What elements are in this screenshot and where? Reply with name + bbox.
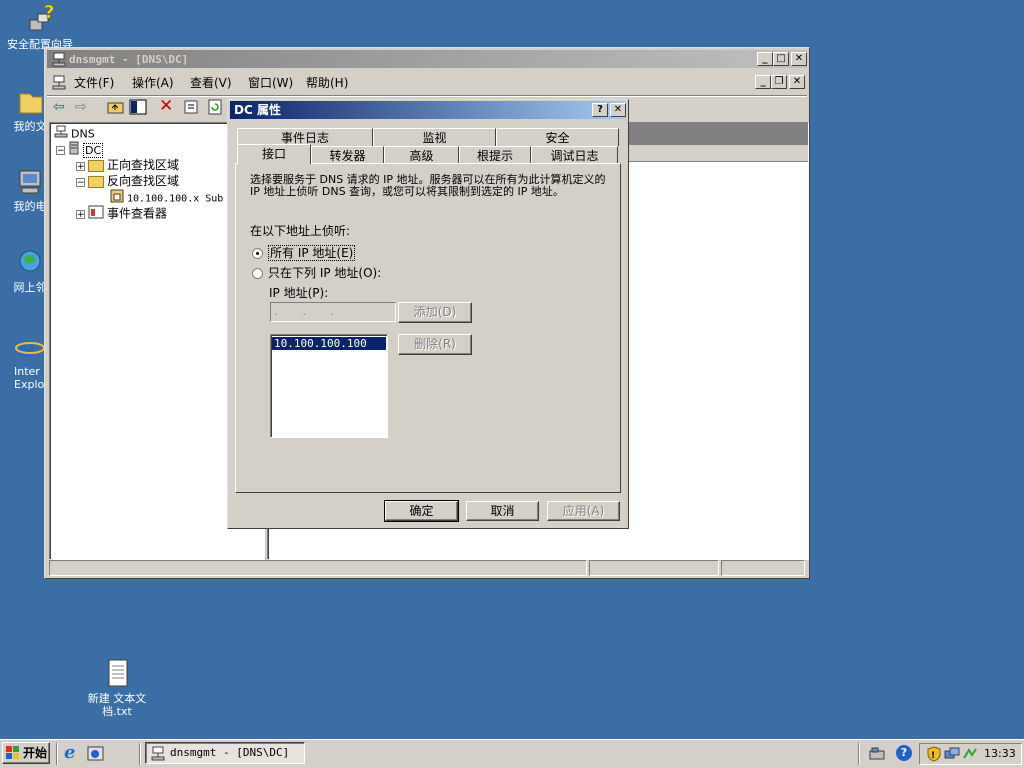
tab-interfaces[interactable]: 接口 xyxy=(237,144,311,164)
ip-address-input[interactable]: . . . xyxy=(270,302,396,322)
ip-list-item[interactable]: 10.100.100.100 xyxy=(272,337,386,350)
radio-button-checked[interactable] xyxy=(252,248,263,259)
menu-help[interactable]: 帮助(H) xyxy=(306,74,348,91)
ip-address-label: IP 地址(P): xyxy=(269,286,329,300)
status-bar-section xyxy=(721,560,805,576)
taskbar-button-dnsmgmt[interactable]: dnsmgmt - [DNS\DC] xyxy=(145,742,305,764)
tray-update-icon[interactable] xyxy=(962,746,978,765)
quicklaunch-explorer-icon[interactable] xyxy=(87,745,105,766)
status-bar-main xyxy=(49,560,587,576)
tab-security[interactable]: 安全 xyxy=(496,128,619,146)
menu-view[interactable]: 查看(V) xyxy=(190,74,232,91)
collapse-icon[interactable]: − xyxy=(56,146,65,156)
mmc-title: dnsmgmt - [DNS\DC] xyxy=(69,53,189,66)
dialog-close-button[interactable]: ✕ xyxy=(610,103,626,117)
radio-all-ip[interactable]: 所有 IP 地址(E) xyxy=(252,244,356,261)
child-minimize-button[interactable]: _ xyxy=(755,75,771,89)
dns-app-icon xyxy=(51,51,67,72)
my-computer-icon xyxy=(14,166,46,198)
child-restore-button[interactable]: ❐ xyxy=(771,75,787,89)
internet-explorer-icon: e xyxy=(14,331,46,364)
status-bar-section xyxy=(589,560,719,576)
folder-open-icon xyxy=(88,176,104,188)
minimize-button[interactable]: _ xyxy=(757,52,773,66)
properties-icon[interactable] xyxy=(183,98,201,119)
event-viewer-icon xyxy=(88,205,104,224)
collapse-icon[interactable]: − xyxy=(76,177,85,187)
expand-icon[interactable]: + xyxy=(76,210,85,220)
listen-label: 在以下地址上侦听: xyxy=(250,224,351,238)
windows-logo-icon xyxy=(6,746,20,766)
tab-panel: 选择要服务于 DNS 请求的 IP 地址。服务器可以在所有为此计算机定义的 IP… xyxy=(235,163,621,493)
back-arrow-icon[interactable]: ⇦ xyxy=(53,99,65,115)
security-wizard-icon: ? xyxy=(24,2,56,36)
maximize-button[interactable]: □ xyxy=(773,52,789,66)
desktop-icon-label: 新建 文本文 档.txt xyxy=(87,692,147,718)
radio-button[interactable] xyxy=(252,268,263,279)
my-documents-icon xyxy=(14,86,46,118)
dns-app-icon xyxy=(150,745,166,768)
remove-button[interactable]: 删除(R) xyxy=(398,334,472,355)
tab-advanced[interactable]: 高级 xyxy=(384,146,459,164)
apply-button[interactable]: 应用(A) xyxy=(547,501,620,521)
child-close-button[interactable]: ✕ xyxy=(789,75,805,89)
mmc-titlebar[interactable]: dnsmgmt - [DNS\DC] xyxy=(47,50,807,68)
ip-address-list[interactable]: 10.100.100.100 xyxy=(270,334,388,438)
svg-text:e: e xyxy=(18,331,36,363)
delete-icon[interactable]: ✕ xyxy=(159,96,173,116)
tab-forwarders[interactable]: 转发器 xyxy=(311,146,384,164)
network-icon xyxy=(14,247,46,279)
tray-security-shield-icon[interactable]: ! xyxy=(926,746,942,765)
ok-button[interactable]: 确定 xyxy=(384,500,459,522)
system-tray: ! 13:33 xyxy=(919,743,1022,765)
cancel-button[interactable]: 取消 xyxy=(466,501,539,521)
taskbar: 开始 e dnsmgmt - [DNS\DC] ? ! 13:33 xyxy=(0,739,1024,768)
tab-debug-log[interactable]: 调试日志 xyxy=(531,146,618,164)
menu-action[interactable]: 操作(A) xyxy=(132,74,174,91)
radio-only-ip[interactable]: 只在下列 IP 地址(O): xyxy=(252,264,381,281)
tray-help-icon[interactable]: ? xyxy=(896,745,912,761)
tray-clock[interactable]: 13:33 xyxy=(984,747,1016,760)
tab-monitoring[interactable]: 监视 xyxy=(373,128,496,146)
svg-text:!: ! xyxy=(931,751,935,761)
expand-icon[interactable]: + xyxy=(76,161,85,171)
tree-node-reverse-zones[interactable]: − 反向查找区域 xyxy=(76,173,179,190)
quicklaunch-ie-icon[interactable]: e xyxy=(64,744,75,762)
tray-connection-icon[interactable] xyxy=(944,746,960,765)
tree-node-event-viewer[interactable]: + 事件查看器 xyxy=(76,205,167,224)
desktop-icon-text-file[interactable]: 新建 文本文 档.txt xyxy=(77,658,157,718)
tree-node-forward-zones[interactable]: + 正向查找区域 xyxy=(76,157,179,174)
interfaces-description: 选择要服务于 DNS 请求的 IP 地址。服务器可以在所有为此计算机定义的 IP… xyxy=(250,173,606,198)
tray-network-icon[interactable] xyxy=(868,745,886,766)
refresh-icon[interactable] xyxy=(207,98,225,119)
menu-file[interactable]: 文件(F) xyxy=(74,74,114,91)
folder-icon xyxy=(88,160,104,172)
desktop-icon-security-wizard[interactable]: ? 安全配置向导 xyxy=(0,2,80,51)
up-folder-icon[interactable] xyxy=(107,98,125,119)
start-button[interactable]: 开始 xyxy=(2,742,50,764)
console-icon xyxy=(51,74,67,93)
svg-text:?: ? xyxy=(44,4,54,23)
tab-root-hints[interactable]: 根提示 xyxy=(459,146,531,164)
menu-window[interactable]: 窗口(W) xyxy=(248,74,293,91)
help-button[interactable]: ? xyxy=(592,103,608,117)
dialog-title: DC 属性 xyxy=(234,103,281,117)
text-file-icon xyxy=(101,658,133,690)
dialog-titlebar[interactable]: DC 属性 xyxy=(230,101,626,119)
properties-dialog[interactable]: DC 属性 ? ✕ 事件日志 监视 安全 接口 转发器 高级 根提示 调试日志 … xyxy=(227,99,629,529)
show-hide-tree-icon[interactable] xyxy=(129,98,147,119)
add-button[interactable]: 添加(D) xyxy=(398,302,472,323)
close-button[interactable]: ✕ xyxy=(791,52,807,66)
forward-arrow-icon[interactable]: ⇨ xyxy=(75,99,87,115)
